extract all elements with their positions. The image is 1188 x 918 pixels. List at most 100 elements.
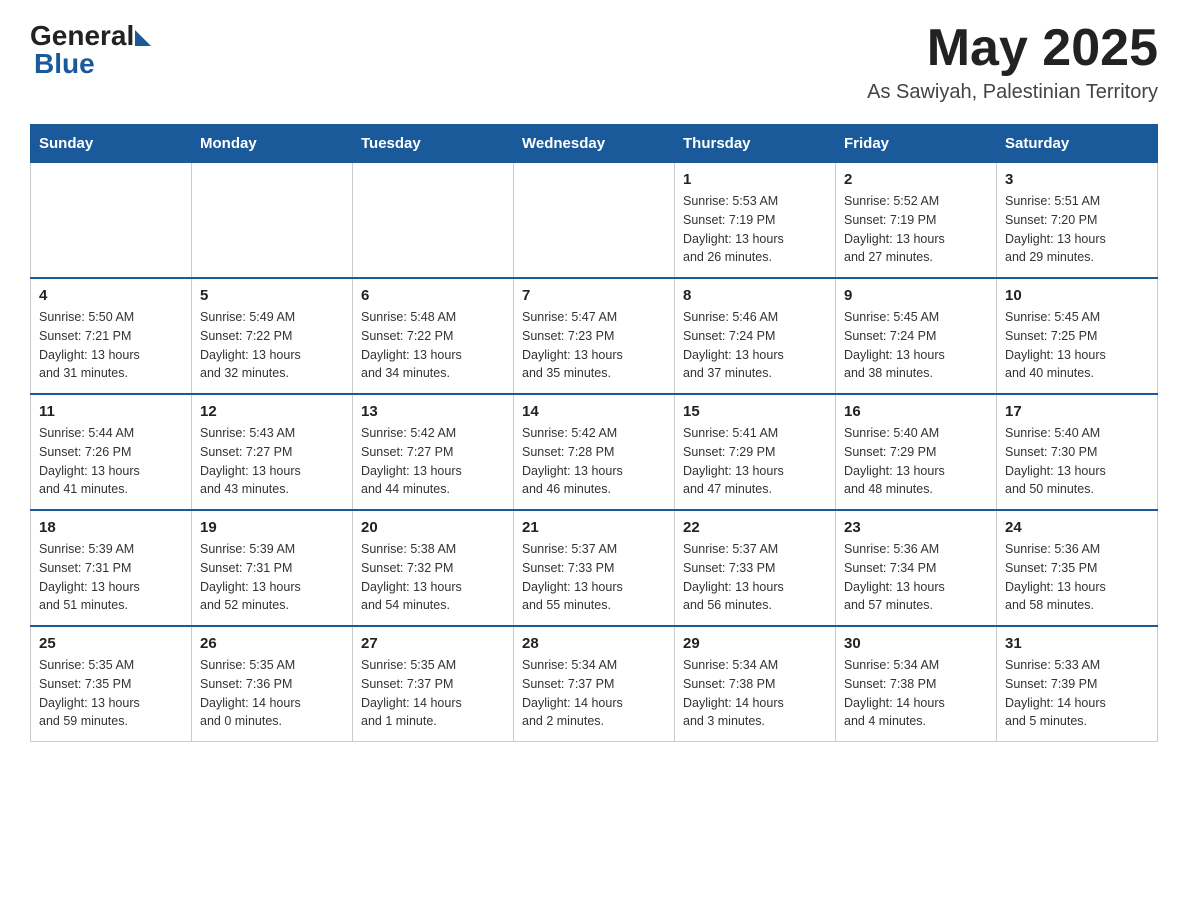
calendar-cell: 9 Sunrise: 5:45 AMSunset: 7:24 PMDaylight…	[836, 278, 997, 394]
weekday-header-monday: Monday	[192, 125, 353, 163]
title-block: May 2025 As Sawiyah, Palestinian Territo…	[867, 20, 1158, 104]
day-info: Sunrise: 5:39 AMSunset: 7:31 PMDaylight:…	[200, 540, 344, 615]
page-header: General Blue May 2025 As Sawiyah, Palest…	[30, 20, 1158, 104]
day-number: 2	[844, 171, 988, 188]
day-info: Sunrise: 5:41 AMSunset: 7:29 PMDaylight:…	[683, 424, 827, 499]
calendar-cell: 24 Sunrise: 5:36 AMSunset: 7:35 PMDayligh…	[997, 510, 1158, 626]
day-info: Sunrise: 5:35 AMSunset: 7:36 PMDaylight:…	[200, 656, 344, 731]
day-number: 13	[361, 403, 505, 420]
day-info: Sunrise: 5:35 AMSunset: 7:35 PMDaylight:…	[39, 656, 183, 731]
calendar-header: SundayMondayTuesdayWednesdayThursdayFrid…	[31, 125, 1158, 163]
calendar-cell	[31, 163, 192, 279]
day-info: Sunrise: 5:47 AMSunset: 7:23 PMDaylight:…	[522, 308, 666, 383]
calendar-cell: 18 Sunrise: 5:39 AMSunset: 7:31 PMDayligh…	[31, 510, 192, 626]
day-info: Sunrise: 5:42 AMSunset: 7:28 PMDaylight:…	[522, 424, 666, 499]
day-number: 30	[844, 635, 988, 652]
day-info: Sunrise: 5:40 AMSunset: 7:30 PMDaylight:…	[1005, 424, 1149, 499]
calendar-cell: 7 Sunrise: 5:47 AMSunset: 7:23 PMDaylight…	[514, 278, 675, 394]
day-info: Sunrise: 5:45 AMSunset: 7:25 PMDaylight:…	[1005, 308, 1149, 383]
calendar-cell: 22 Sunrise: 5:37 AMSunset: 7:33 PMDayligh…	[675, 510, 836, 626]
day-info: Sunrise: 5:45 AMSunset: 7:24 PMDaylight:…	[844, 308, 988, 383]
day-info: Sunrise: 5:33 AMSunset: 7:39 PMDaylight:…	[1005, 656, 1149, 731]
day-info: Sunrise: 5:43 AMSunset: 7:27 PMDaylight:…	[200, 424, 344, 499]
day-info: Sunrise: 5:37 AMSunset: 7:33 PMDaylight:…	[683, 540, 827, 615]
calendar-cell: 6Sunrise: 5:48 AMSunset: 7:22 PMDaylight…	[353, 278, 514, 394]
day-number: 19	[200, 519, 344, 536]
day-info: Sunrise: 5:46 AMSunset: 7:24 PMDaylight:…	[683, 308, 827, 383]
calendar-week-row: 11Sunrise: 5:44 AMSunset: 7:26 PMDayligh…	[31, 394, 1158, 510]
day-info: Sunrise: 5:38 AMSunset: 7:32 PMDaylight:…	[361, 540, 505, 615]
day-number: 12	[200, 403, 344, 420]
day-info: Sunrise: 5:52 AMSunset: 7:19 PMDaylight:…	[844, 192, 988, 267]
calendar-week-row: 18 Sunrise: 5:39 AMSunset: 7:31 PMDayligh…	[31, 510, 1158, 626]
day-info: Sunrise: 5:35 AMSunset: 7:37 PMDaylight:…	[361, 656, 505, 731]
day-number: 1	[683, 171, 827, 188]
day-number: 4	[39, 287, 183, 304]
calendar-week-row: 25 Sunrise: 5:35 AMSunset: 7:35 PMDayligh…	[31, 626, 1158, 742]
day-number: 11	[39, 403, 183, 420]
day-number: 29	[683, 635, 827, 652]
day-number: 5	[200, 287, 344, 304]
calendar-cell: 8 Sunrise: 5:46 AMSunset: 7:24 PMDaylight…	[675, 278, 836, 394]
calendar-cell	[353, 163, 514, 279]
calendar-cell: 14Sunrise: 5:42 AMSunset: 7:28 PMDayligh…	[514, 394, 675, 510]
day-info: Sunrise: 5:34 AMSunset: 7:37 PMDaylight:…	[522, 656, 666, 731]
day-number: 25	[39, 635, 183, 652]
weekday-header-sunday: Sunday	[31, 125, 192, 163]
calendar-cell	[514, 163, 675, 279]
calendar-cell: 12 Sunrise: 5:43 AMSunset: 7:27 PMDayligh…	[192, 394, 353, 510]
calendar-cell: 28Sunrise: 5:34 AMSunset: 7:37 PMDayligh…	[514, 626, 675, 742]
day-info: Sunrise: 5:36 AMSunset: 7:35 PMDaylight:…	[1005, 540, 1149, 615]
calendar-cell: 1 Sunrise: 5:53 AMSunset: 7:19 PMDaylight…	[675, 163, 836, 279]
day-info: Sunrise: 5:50 AMSunset: 7:21 PMDaylight:…	[39, 308, 183, 383]
day-number: 24	[1005, 519, 1149, 536]
day-number: 15	[683, 403, 827, 420]
day-number: 22	[683, 519, 827, 536]
calendar-week-row: 1 Sunrise: 5:53 AMSunset: 7:19 PMDaylight…	[31, 163, 1158, 279]
calendar-table: SundayMondayTuesdayWednesdayThursdayFrid…	[30, 124, 1158, 742]
calendar-body: 1 Sunrise: 5:53 AMSunset: 7:19 PMDaylight…	[31, 163, 1158, 742]
calendar-cell: 10Sunrise: 5:45 AMSunset: 7:25 PMDayligh…	[997, 278, 1158, 394]
calendar-cell: 21 Sunrise: 5:37 AMSunset: 7:33 PMDayligh…	[514, 510, 675, 626]
location-subtitle: As Sawiyah, Palestinian Territory	[867, 81, 1158, 104]
day-number: 17	[1005, 403, 1149, 420]
day-number: 6	[361, 287, 505, 304]
day-info: Sunrise: 5:36 AMSunset: 7:34 PMDaylight:…	[844, 540, 988, 615]
day-number: 8	[683, 287, 827, 304]
day-number: 9	[844, 287, 988, 304]
day-number: 3	[1005, 171, 1149, 188]
day-info: Sunrise: 5:34 AMSunset: 7:38 PMDaylight:…	[844, 656, 988, 731]
weekday-header-friday: Friday	[836, 125, 997, 163]
calendar-cell: 23 Sunrise: 5:36 AMSunset: 7:34 PMDayligh…	[836, 510, 997, 626]
calendar-cell: 5 Sunrise: 5:49 AMSunset: 7:22 PMDaylight…	[192, 278, 353, 394]
calendar-cell: 25 Sunrise: 5:35 AMSunset: 7:35 PMDayligh…	[31, 626, 192, 742]
calendar-cell: 17 Sunrise: 5:40 AMSunset: 7:30 PMDayligh…	[997, 394, 1158, 510]
calendar-cell	[192, 163, 353, 279]
day-number: 31	[1005, 635, 1149, 652]
calendar-cell: 29 Sunrise: 5:34 AMSunset: 7:38 PMDayligh…	[675, 626, 836, 742]
day-info: Sunrise: 5:39 AMSunset: 7:31 PMDaylight:…	[39, 540, 183, 615]
weekday-header-saturday: Saturday	[997, 125, 1158, 163]
calendar-week-row: 4 Sunrise: 5:50 AMSunset: 7:21 PMDaylight…	[31, 278, 1158, 394]
day-info: Sunrise: 5:53 AMSunset: 7:19 PMDaylight:…	[683, 192, 827, 267]
day-info: Sunrise: 5:37 AMSunset: 7:33 PMDaylight:…	[522, 540, 666, 615]
calendar-cell: 27Sunrise: 5:35 AMSunset: 7:37 PMDayligh…	[353, 626, 514, 742]
day-number: 23	[844, 519, 988, 536]
day-number: 7	[522, 287, 666, 304]
day-number: 21	[522, 519, 666, 536]
calendar-cell: 31 Sunrise: 5:33 AMSunset: 7:39 PMDayligh…	[997, 626, 1158, 742]
day-number: 26	[200, 635, 344, 652]
day-number: 18	[39, 519, 183, 536]
calendar-cell: 20 Sunrise: 5:38 AMSunset: 7:32 PMDayligh…	[353, 510, 514, 626]
day-number: 20	[361, 519, 505, 536]
calendar-cell: 16Sunrise: 5:40 AMSunset: 7:29 PMDayligh…	[836, 394, 997, 510]
weekday-header-wednesday: Wednesday	[514, 125, 675, 163]
day-info: Sunrise: 5:34 AMSunset: 7:38 PMDaylight:…	[683, 656, 827, 731]
logo-arrow-icon	[135, 30, 151, 46]
weekday-header-thursday: Thursday	[675, 125, 836, 163]
day-info: Sunrise: 5:40 AMSunset: 7:29 PMDaylight:…	[844, 424, 988, 499]
logo: General Blue	[30, 20, 151, 80]
calendar-cell: 26 Sunrise: 5:35 AMSunset: 7:36 PMDayligh…	[192, 626, 353, 742]
calendar-cell: 4 Sunrise: 5:50 AMSunset: 7:21 PMDaylight…	[31, 278, 192, 394]
day-info: Sunrise: 5:49 AMSunset: 7:22 PMDaylight:…	[200, 308, 344, 383]
